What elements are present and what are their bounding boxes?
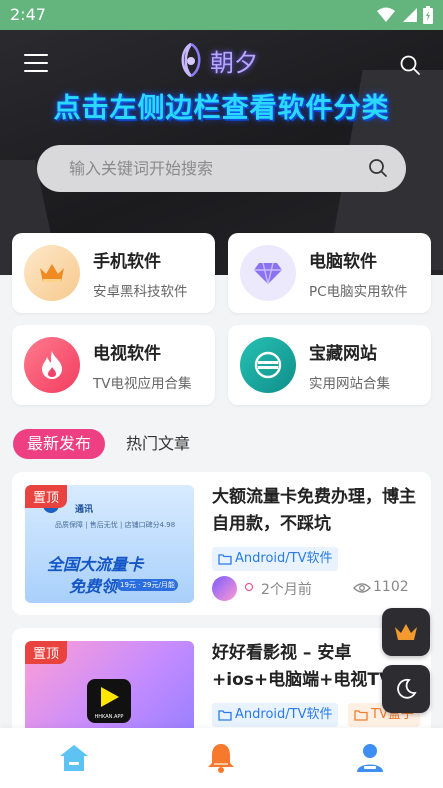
author-avatar[interactable] [212, 576, 237, 601]
search-icon[interactable] [399, 54, 421, 76]
wifi-icon [377, 7, 395, 22]
category-card-pc[interactable]: 电脑软件 PC电脑实用软件 [228, 233, 431, 313]
category-title: 手机软件 [93, 252, 161, 272]
bottom-nav [0, 728, 443, 788]
eye-icon [353, 583, 371, 593]
category-subtitle: 实用网站合集 [309, 376, 390, 392]
diamond-icon [240, 245, 296, 301]
menu-icon[interactable] [24, 54, 48, 74]
article-card[interactable]: 通讯 品质保障 | 售后无忧 | 店铺口碑分4.98 全国大流量卡 免费领 19… [12, 472, 431, 615]
tab-latest[interactable]: 最新发布 [13, 429, 106, 459]
status-time: 2:47 [10, 5, 46, 24]
category-card-tv[interactable]: 电视软件 TV电视应用合集 [12, 325, 215, 405]
search-icon[interactable] [368, 158, 388, 178]
status-icons [377, 6, 433, 24]
category-title: 电视软件 [93, 344, 161, 364]
article-thumbnail[interactable]: 通讯 品质保障 | 售后无忧 | 店铺口碑分4.98 全国大流量卡 免费领 19… [25, 485, 194, 603]
category-subtitle: PC电脑实用软件 [309, 284, 408, 300]
moon-icon [397, 678, 417, 699]
category-card-mobile[interactable]: 手机软件 安卓黑科技软件 [12, 233, 215, 313]
folder-icon [218, 554, 232, 565]
logo-mark-icon [181, 42, 201, 78]
thumb-price: 19元 · 29元/月能 [117, 579, 178, 591]
thumb-line: 品质保障 | 售后无忧 | 店铺口碑分4.98 [55, 521, 176, 529]
dark-mode-button[interactable] [382, 665, 430, 713]
globe-icon [240, 337, 296, 393]
thumb-headline: 全国大流量卡 [47, 555, 144, 574]
flame-icon [24, 337, 80, 393]
category-subtitle: TV电视应用合集 [93, 376, 192, 392]
bell-icon [208, 744, 234, 773]
thumb-headline-2: 免费领 [69, 577, 118, 596]
app-name: HHKAN.APP [94, 714, 124, 720]
pinned-badge: 置顶 [25, 485, 68, 508]
home-icon [60, 745, 88, 771]
online-dot-icon [245, 583, 253, 591]
pinned-badge: 置顶 [25, 641, 68, 664]
thumb-brand: 通讯 [75, 505, 94, 515]
hero-headline: 点击左侧边栏查看软件分类 [53, 93, 390, 124]
nav-notifications[interactable] [203, 740, 239, 776]
category-title: 宝藏网站 [309, 344, 377, 364]
search-bar[interactable] [37, 145, 406, 192]
status-bar: 2:47 [0, 0, 443, 30]
search-input[interactable] [37, 145, 406, 192]
vip-button[interactable] [382, 608, 430, 656]
folder-icon [218, 710, 232, 721]
nav-home[interactable] [56, 740, 92, 776]
category-card-websites[interactable]: 宝藏网站 实用网站合集 [228, 325, 431, 405]
crown-icon [24, 245, 80, 301]
category-subtitle: 安卓黑科技软件 [93, 284, 188, 300]
article-meta: 2个月前 1102 [212, 565, 420, 601]
logo-text: 朝夕 [210, 48, 258, 77]
app-logo-icon: HHKAN.APP [87, 679, 131, 723]
article-tag[interactable]: Android/TV软件 [212, 703, 339, 727]
nav-profile[interactable] [352, 740, 388, 776]
article-tag-label: Android/TV软件 [235, 707, 333, 722]
article-title[interactable]: 大额流量卡免费办理，博主自用款，不踩坑 [212, 484, 420, 538]
signal-icon [403, 8, 417, 22]
battery-icon [423, 6, 433, 24]
crown-icon [395, 624, 417, 640]
tab-popular[interactable]: 热门文章 [126, 429, 190, 459]
category-title: 电脑软件 [309, 252, 377, 272]
article-time: 2个月前 [261, 582, 312, 598]
folder-icon [354, 710, 368, 721]
article-views: 1102 [373, 579, 409, 595]
app-logo: 朝夕 [176, 40, 258, 80]
user-icon [357, 744, 383, 772]
